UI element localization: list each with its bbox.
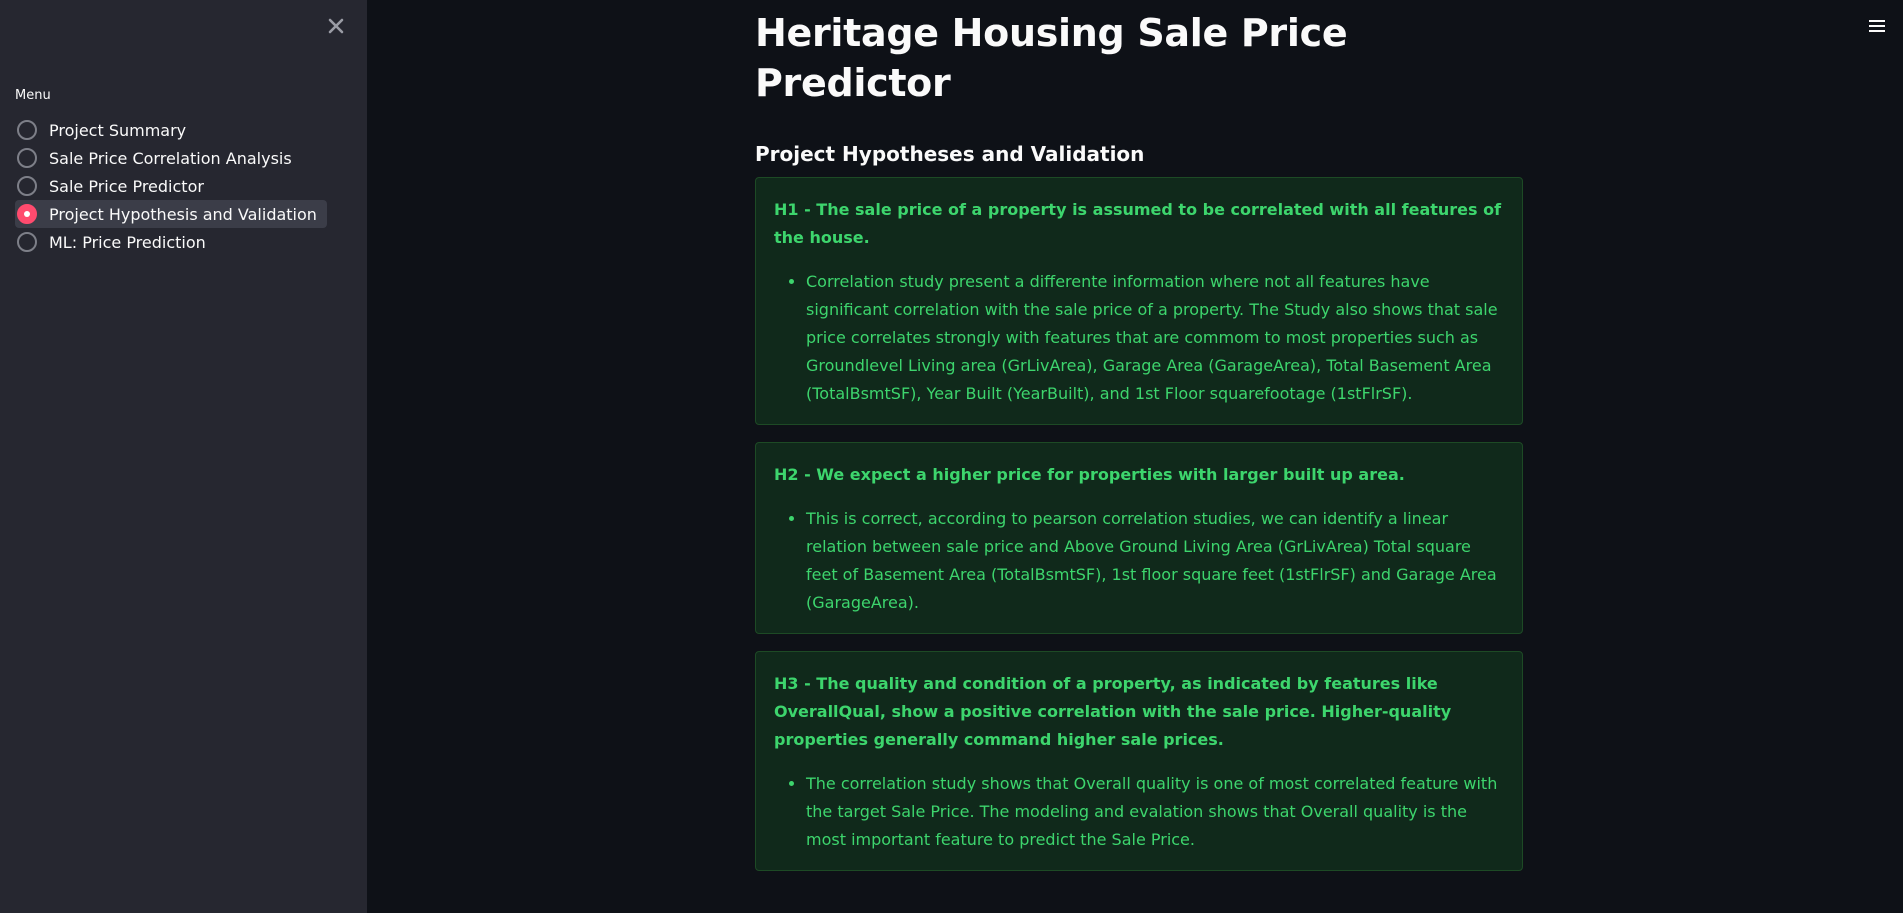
page-title: Heritage Housing Sale Price Predictor (755, 11, 1348, 105)
main-menu-button[interactable] (1865, 14, 1889, 38)
hypothesis-bullet-list: Correlation study present a differente i… (774, 268, 1504, 408)
menu-item-sale-price-correlation-analysis[interactable]: Sale Price Correlation Analysis (15, 144, 302, 172)
app-root: Menu Project Summary Sale Price Correlat… (0, 0, 1903, 913)
menu-item-label: Sale Price Predictor (49, 176, 204, 196)
menu-item-label: Project Hypothesis and Validation (49, 204, 317, 224)
radio-circle[interactable] (17, 232, 37, 252)
menu-label: Menu (15, 88, 51, 103)
hypothesis-bullet-list: The correlation study shows that Overall… (774, 770, 1504, 854)
hypothesis-bullet: The correlation study shows that Overall… (806, 770, 1504, 854)
menu-item-sale-price-predictor[interactable]: Sale Price Predictor (15, 172, 214, 200)
hypothesis-heading: H2 - We expect a higher price for proper… (774, 465, 1405, 484)
radio-circle-selected[interactable] (17, 204, 37, 224)
hypothesis-heading: H3 - The quality and condition of a prop… (774, 674, 1452, 749)
section-subheader: Project Hypotheses and Validation (755, 142, 1145, 166)
sidebar: Menu Project Summary Sale Price Correlat… (0, 0, 367, 913)
hypothesis-bullet-list: This is correct, according to pearson co… (774, 505, 1504, 617)
hypothesis-heading: H1 - The sale price of a property is ass… (774, 200, 1502, 247)
hypothesis-card-h2: H2 - We expect a higher price for proper… (755, 442, 1523, 634)
hypothesis-bullet: Correlation study present a differente i… (806, 268, 1504, 408)
close-icon (328, 18, 344, 34)
hypothesis-card-h3: H3 - The quality and condition of a prop… (755, 651, 1523, 871)
menu-radio-group: Project Summary Sale Price Correlation A… (15, 116, 327, 256)
main-content: Heritage Housing Sale Price Predictor Pr… (755, 0, 1523, 888)
close-sidebar-button[interactable] (322, 12, 350, 40)
radio-dot (24, 211, 30, 217)
menu-item-project-summary[interactable]: Project Summary (15, 116, 196, 144)
radio-circle[interactable] (17, 120, 37, 140)
menu-item-label: Project Summary (49, 120, 187, 140)
menu-item-label: Sale Price Correlation Analysis (49, 148, 292, 168)
menu-item-ml-price-prediction[interactable]: ML: Price Prediction (15, 228, 216, 256)
menu-item-label: ML: Price Prediction (49, 232, 206, 252)
hamburger-menu-icon (1869, 20, 1885, 32)
radio-circle[interactable] (17, 148, 37, 168)
hypothesis-bullet: This is correct, according to pearson co… (806, 505, 1504, 617)
hypothesis-card-h1: H1 - The sale price of a property is ass… (755, 177, 1523, 425)
menu-item-project-hypothesis-and-validation[interactable]: Project Hypothesis and Validation (15, 200, 327, 228)
radio-circle[interactable] (17, 176, 37, 196)
